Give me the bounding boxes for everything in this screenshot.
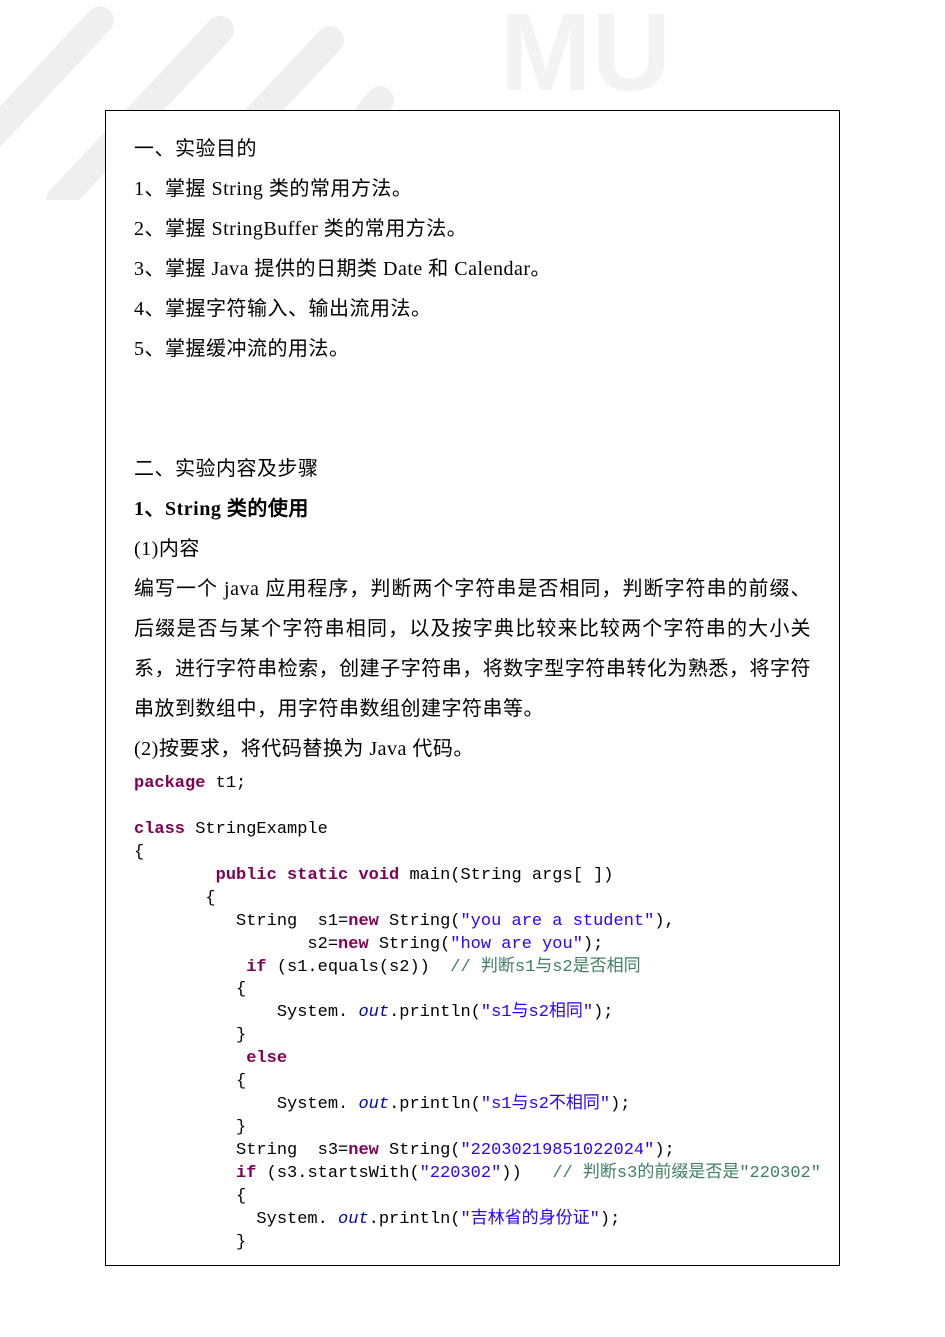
code-block: package t1; class StringExample { public… xyxy=(134,773,811,1255)
code-text: ); xyxy=(610,1095,630,1114)
code-text: String s1= xyxy=(134,912,348,931)
code-text: { xyxy=(134,1187,246,1206)
code-text: ), xyxy=(654,912,674,931)
code-text xyxy=(134,958,246,977)
field: out xyxy=(328,1210,369,1229)
objective-item: 3、掌握 Java 提供的日期类 Date 和 Calendar。 xyxy=(134,249,811,289)
svg-text:MU: MU xyxy=(500,0,671,114)
code-text: ); xyxy=(593,1003,613,1022)
code-text: System. xyxy=(134,1003,348,1022)
section2-title: 二、实验内容及步骤 xyxy=(134,449,811,489)
string-literal: "s1与s2不相同" xyxy=(481,1095,610,1114)
keyword: public static void xyxy=(216,866,400,885)
code-text: (s1.equals(s2)) xyxy=(267,958,451,977)
keyword: new xyxy=(348,1141,379,1160)
code-text: .println( xyxy=(389,1095,481,1114)
code-text: String s3= xyxy=(134,1141,348,1160)
code-text: s2= xyxy=(134,935,338,954)
code-text: { xyxy=(134,889,216,908)
keyword: else xyxy=(246,1049,287,1068)
code-text xyxy=(134,1049,246,1068)
field: out xyxy=(348,1095,389,1114)
code-text: String( xyxy=(379,1141,461,1160)
section2-sub1-title: 1、String 类的使用 xyxy=(134,489,811,529)
code-text: } xyxy=(134,1233,246,1252)
code-text: String( xyxy=(369,935,451,954)
code-text: ); xyxy=(600,1210,620,1229)
objective-item: 2、掌握 StringBuffer 类的常用方法。 xyxy=(134,209,811,249)
code-text: ); xyxy=(583,935,603,954)
code-text: { xyxy=(134,980,246,999)
string-literal: "s1与s2相同" xyxy=(481,1003,593,1022)
code-text: { xyxy=(134,1072,246,1091)
content-frame: 一、实验目的 1、掌握 String 类的常用方法。 2、掌握 StringBu… xyxy=(105,110,840,1266)
code-text: .println( xyxy=(369,1210,461,1229)
keyword: if xyxy=(236,1164,256,1183)
code-text: } xyxy=(134,1118,246,1137)
document-page: MU 一、实验目的 1、掌握 String 类的常用方法。 2、掌握 Strin… xyxy=(0,0,945,1337)
code-text: ); xyxy=(654,1141,674,1160)
keyword: class xyxy=(134,820,185,839)
section1-title: 一、实验目的 xyxy=(134,129,811,169)
code-text: t1; xyxy=(205,774,246,793)
string-literal: "220302" xyxy=(420,1164,502,1183)
objective-item: 1、掌握 String 类的常用方法。 xyxy=(134,169,811,209)
code-text: } xyxy=(134,1026,246,1045)
objective-item: 4、掌握字符输入、输出流用法。 xyxy=(134,289,811,329)
comment: // 判断s1与s2是否相同 xyxy=(450,958,640,977)
string-literal: "how are you" xyxy=(450,935,583,954)
keyword: new xyxy=(348,912,379,931)
code-text: StringExample xyxy=(185,820,328,839)
requirement-label: (2)按要求，将代码替换为 Java 代码。 xyxy=(134,729,811,769)
keyword: new xyxy=(338,935,369,954)
code-text: .println( xyxy=(389,1003,481,1022)
code-text: )) xyxy=(501,1164,552,1183)
content-label: (1)内容 xyxy=(134,529,811,569)
code-text: (s3.startsWith( xyxy=(256,1164,419,1183)
string-literal: "you are a student" xyxy=(460,912,654,931)
code-text: System. xyxy=(134,1210,328,1229)
field: out xyxy=(348,1003,389,1022)
content-paragraph: 编写一个 java 应用程序，判断两个字符串是否相同，判断字符串的前缀、后缀是否… xyxy=(134,569,811,729)
code-text: main(String args[ ]) xyxy=(399,866,613,885)
code-text: System. xyxy=(134,1095,348,1114)
keyword: package xyxy=(134,774,205,793)
code-text: String( xyxy=(379,912,461,931)
string-literal: "吉林省的身份证" xyxy=(460,1210,599,1229)
objective-item: 5、掌握缓冲流的用法。 xyxy=(134,329,811,369)
string-literal: "22030219851022024" xyxy=(460,1141,654,1160)
code-text: { xyxy=(134,843,144,862)
code-text xyxy=(134,1164,236,1183)
comment: // 判断s3的前缀是否是"220302" xyxy=(552,1164,821,1183)
keyword: if xyxy=(246,958,266,977)
